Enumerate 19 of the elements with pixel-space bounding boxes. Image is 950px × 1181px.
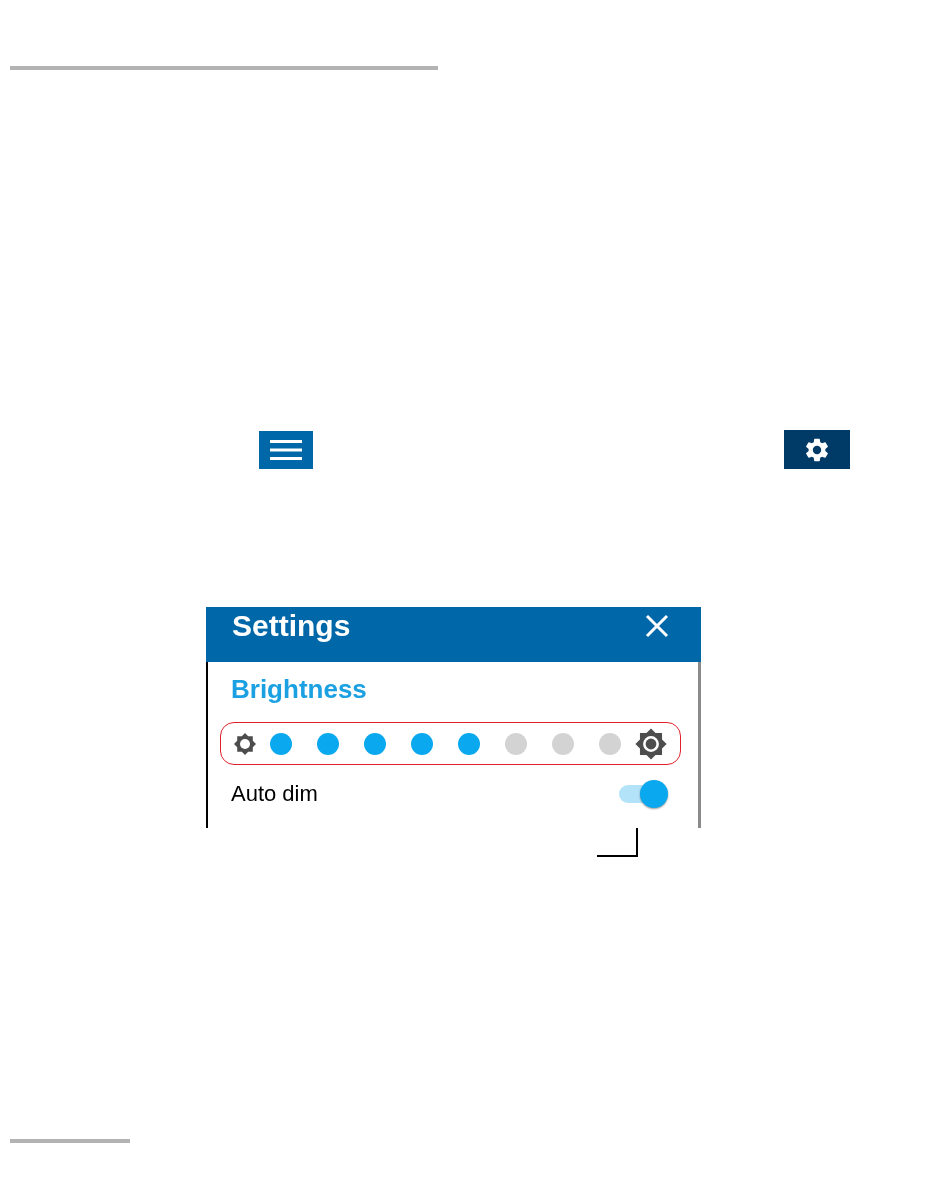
settings-button[interactable] xyxy=(784,430,850,469)
high-brightness-icon xyxy=(634,726,668,761)
auto-dim-label: Auto dim xyxy=(231,780,318,808)
brightness-step[interactable] xyxy=(269,732,292,755)
brightness-step[interactable] xyxy=(599,732,622,755)
brightness-step[interactable] xyxy=(363,732,386,755)
close-icon[interactable] xyxy=(645,613,669,638)
brightness-step[interactable] xyxy=(410,732,433,755)
brightness-slider[interactable] xyxy=(220,722,681,765)
brightness-step[interactable] xyxy=(316,732,339,755)
brightness-step[interactable] xyxy=(505,732,528,755)
brightness-step[interactable] xyxy=(552,732,575,755)
panel-title: Settings xyxy=(232,608,351,644)
menu-button[interactable] xyxy=(259,430,313,469)
section-heading: Brightness xyxy=(231,673,368,706)
menu-icon xyxy=(270,438,302,461)
brightness-step[interactable] xyxy=(458,732,481,755)
leader-line xyxy=(597,828,639,858)
low-brightness-icon xyxy=(233,731,257,756)
